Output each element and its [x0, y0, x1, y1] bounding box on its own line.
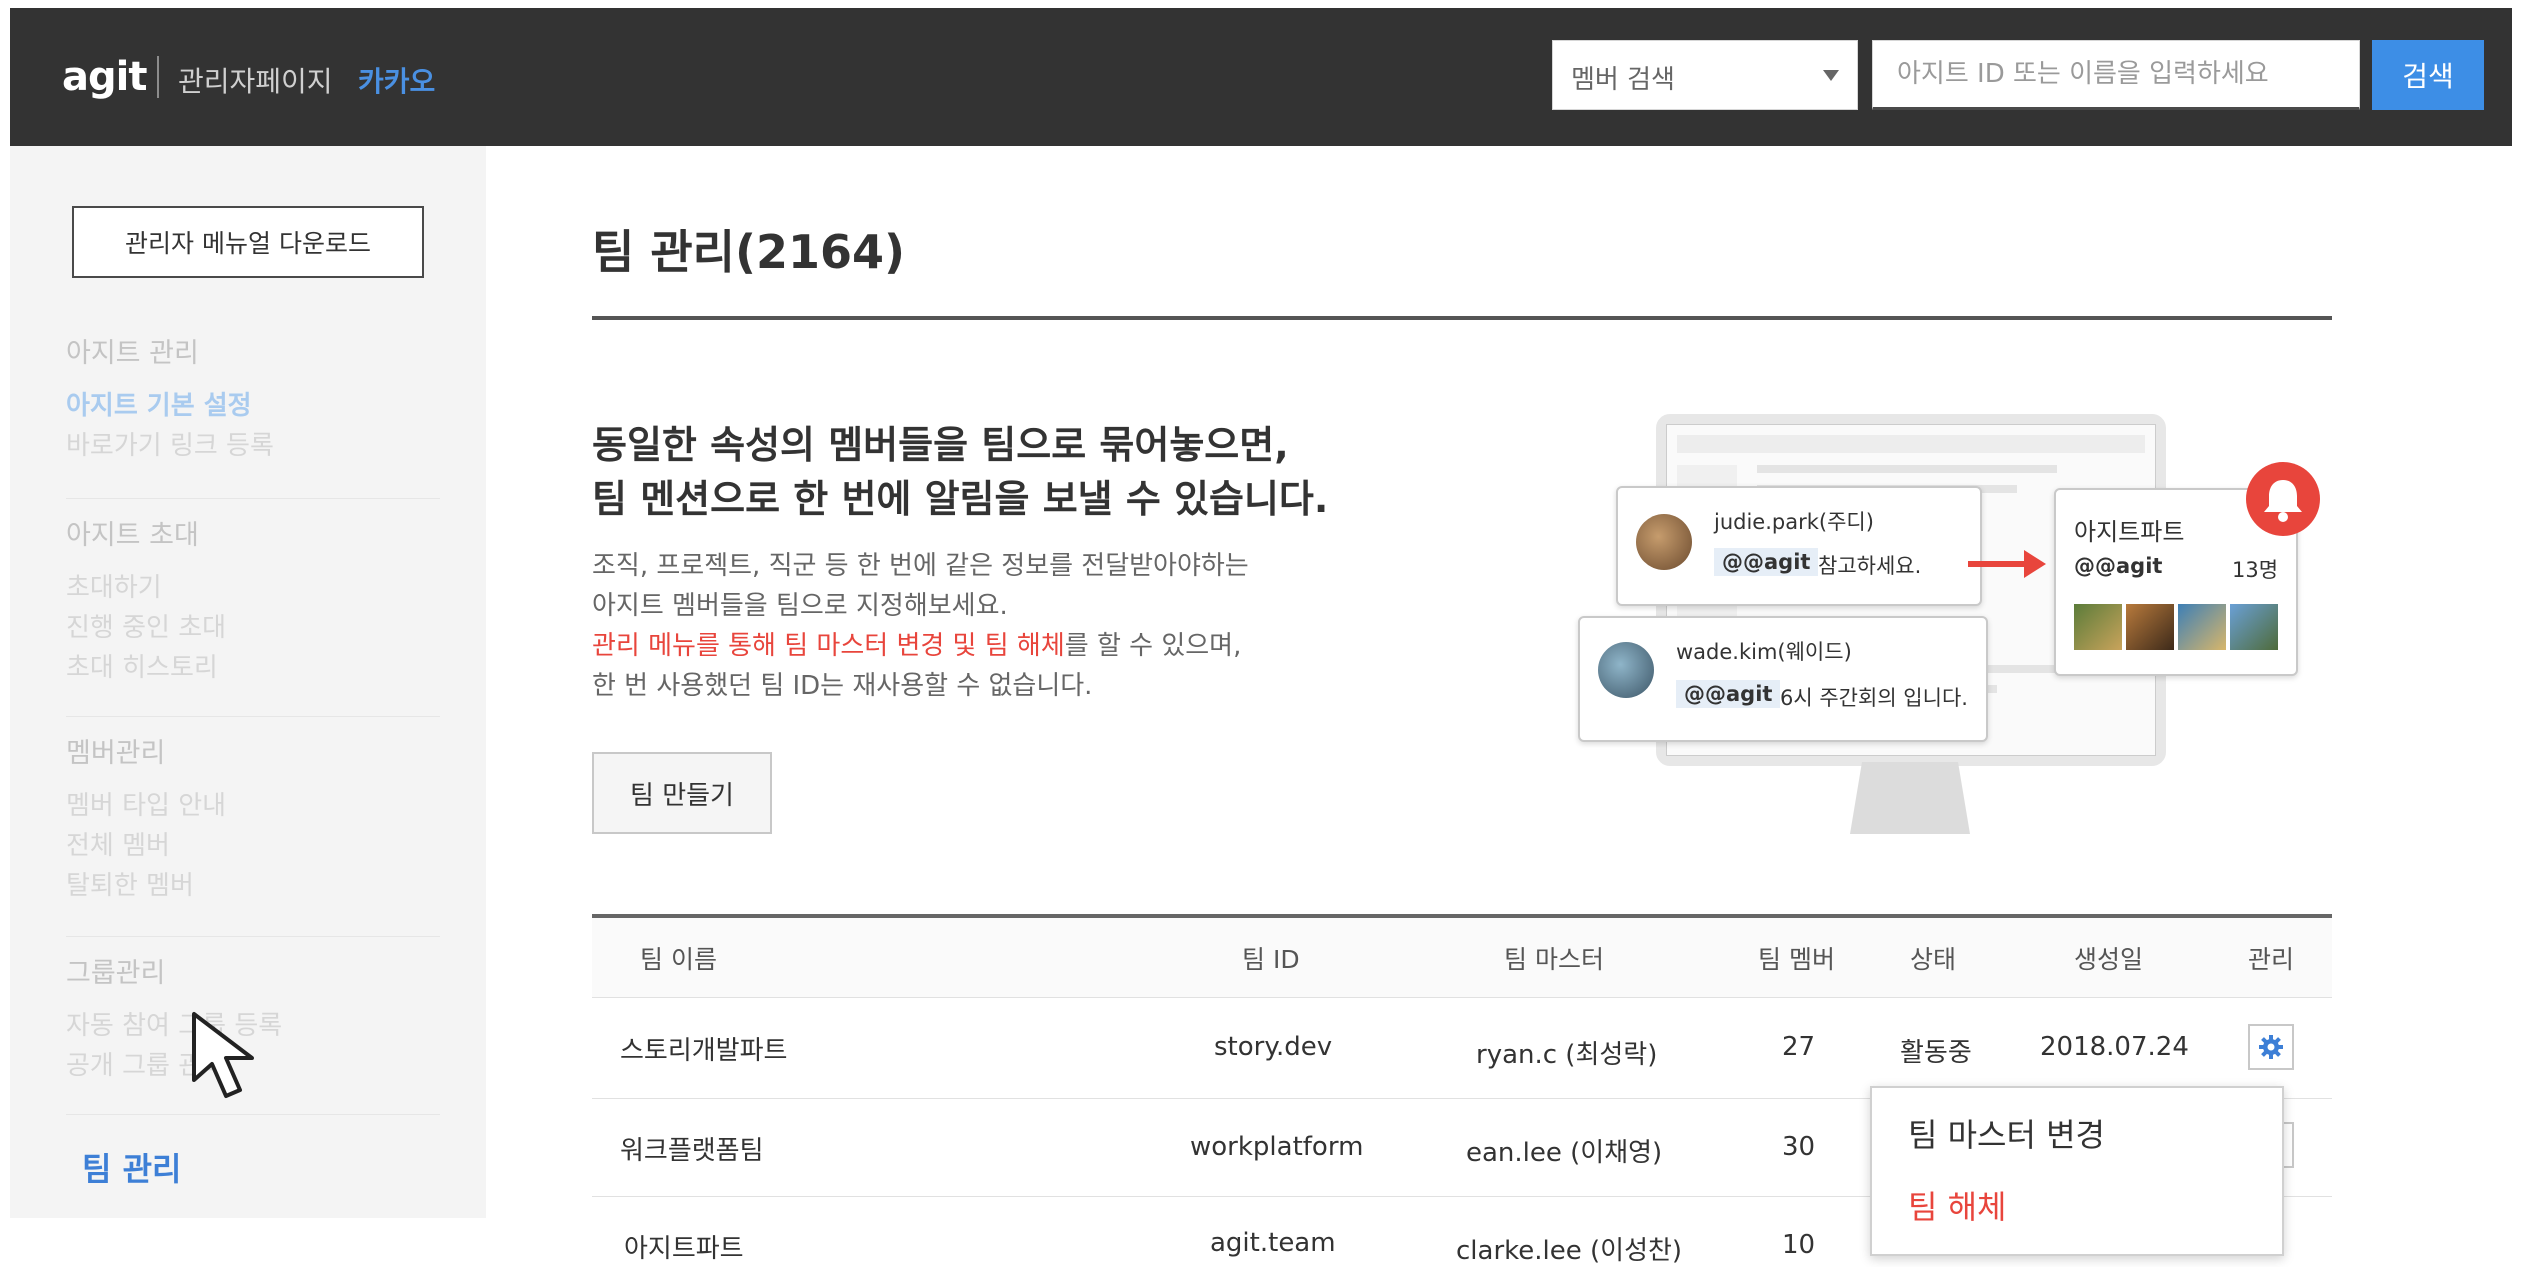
cell-team-name: 워크플랫폼팀 [620, 1136, 764, 1166]
description-highlight: 관리 메뉴를 통해 팀 마스터 변경 및 팀 해체 [592, 631, 1065, 661]
cell-team-name: 스토리개발파트 [620, 1036, 788, 1066]
company-name: 카카오 [358, 65, 436, 98]
menu-item-dissolve-team[interactable]: 팀 해체 [1908, 1182, 2007, 1228]
row-divider [592, 997, 2332, 998]
cell-team-members: 27 [1782, 1032, 1816, 1062]
bubble-author: judie.park(주디) [1714, 510, 1874, 534]
column-header-team-members: 팀 멤버 [1758, 945, 1835, 974]
sidebar-item-team-management[interactable]: 팀 관리 [82, 1144, 181, 1190]
nav-group-invite: 아지트 초대 초대하기 진행 중인 초대 초대 히스토리 [66, 516, 446, 688]
team-photo [2126, 604, 2174, 650]
gear-icon [2259, 1035, 2283, 1059]
column-header-created: 생성일 [2074, 945, 2144, 974]
search-type-label: 멤버 검색 [1571, 65, 1675, 95]
nav-divider [66, 1114, 440, 1115]
avatar [1598, 642, 1654, 698]
team-card-tag: @@agit [2074, 554, 2163, 578]
intro-heading-line: 동일한 속성의 멤버들을 팀으로 묶어놓으면, [592, 423, 1289, 467]
nav-heading: 아지트 초대 [66, 520, 199, 551]
chevron-down-icon [1823, 70, 1839, 81]
manual-download-button[interactable]: 관리자 메뉴얼 다운로드 [72, 206, 424, 278]
search-button[interactable]: 검색 [2372, 40, 2484, 110]
table-top-rule [592, 914, 2332, 918]
description-line: 조직, 프로젝트, 직군 등 한 번에 같은 정보를 전달받아야하는 [592, 551, 1249, 581]
search-input[interactable] [1872, 40, 2360, 110]
manage-button[interactable] [2248, 1024, 2294, 1070]
brand-divider [157, 56, 159, 98]
column-header-status: 상태 [1910, 945, 1957, 974]
column-header-team-name: 팀 이름 [640, 945, 717, 974]
monitor-stand [1850, 762, 1970, 834]
nav-group-members: 멤버관리 멤버 타입 안내 전체 멤버 탈퇴한 멤버 [66, 734, 446, 906]
team-card-title: 아지트파트 [2074, 518, 2185, 546]
cell-team-members: 10 [1782, 1230, 1816, 1260]
team-photo [2074, 604, 2122, 650]
sidebar-item-member-types[interactable]: 멤버 타입 안내 [66, 786, 446, 826]
nav-divider [66, 716, 440, 717]
sidebar-item-pending-invites[interactable]: 진행 중인 초대 [66, 608, 446, 648]
cell-team-members: 30 [1782, 1132, 1816, 1162]
cell-team-name: 아지트파트 [624, 1234, 744, 1264]
menu-item-change-master[interactable]: 팀 마스터 변경 [1908, 1110, 2105, 1156]
column-header-team-id: 팀 ID [1242, 945, 1300, 974]
search-type-select[interactable]: 멤버 검색 [1552, 40, 1858, 110]
cell-status: 활동중 [1900, 1038, 1972, 1068]
sidebar-item-shortcut-links[interactable]: 바로가기 링크 등록 [66, 426, 446, 466]
avatar [1636, 514, 1692, 570]
description-line: 한 번 사용했던 팀 ID는 재사용할 수 없습니다. [592, 671, 1093, 701]
cell-team-id: workplatform [1190, 1132, 1364, 1162]
cell-created: 2018.07.24 [2040, 1032, 2189, 1062]
nav-divider [66, 498, 440, 499]
cell-team-id: agit.team [1210, 1228, 1336, 1258]
bubble-message: 참고하세요. [1818, 554, 1922, 578]
cell-team-master: ryan.c (최성락) [1476, 1040, 1658, 1070]
sidebar-item-invite-history[interactable]: 초대 히스토리 [66, 648, 446, 688]
mention-bubble: wade.kim(웨이드) @@agit 6시 주간회의 입니다. [1578, 616, 1988, 742]
sidebar-item-all-members[interactable]: 전체 멤버 [66, 826, 446, 866]
mention-tag: @@agit [1676, 680, 1781, 708]
sidebar-item-left-members[interactable]: 탈퇴한 멤버 [66, 866, 446, 906]
team-photo [2178, 604, 2226, 650]
nav-heading: 아지트 관리 [66, 338, 199, 369]
cell-team-master: ean.lee (이채영) [1466, 1138, 1663, 1168]
team-photo [2230, 604, 2278, 650]
arrow-right-icon [1968, 550, 2046, 578]
nav-group-agit: 아지트 관리 아지트 기본 설정 바로가기 링크 등록 [66, 334, 446, 466]
team-mention-illustration: judie.park(주디) @@agit 참고하세요. wade.kim(웨이… [1570, 410, 2360, 850]
column-header-manage: 관리 [2248, 945, 2295, 974]
description-text: 를 할 수 있으며, [1064, 631, 1242, 661]
intro-heading: 동일한 속성의 멤버들을 팀으로 묶어놓으면, 팀 멘션으로 한 번에 알림을 … [592, 418, 1492, 526]
description-line: 아지트 멤버들을 팀으로 지정해보세요. [592, 591, 1008, 621]
mouse-cursor-icon [192, 1012, 254, 1098]
mention-tag: @@agit [1714, 548, 1819, 576]
sidebar-item-agit-settings[interactable]: 아지트 기본 설정 [66, 386, 446, 426]
column-header-team-master: 팀 마스터 [1504, 945, 1604, 974]
intro-description: 조직, 프로젝트, 직군 등 한 번에 같은 정보를 전달받아야하는 아지트 멤… [592, 546, 1492, 706]
title-divider [592, 316, 2332, 320]
bell-icon [2246, 462, 2320, 536]
description-line: 관리 메뉴를 통해 팀 마스터 변경 및 팀 해체를 할 수 있으며, [592, 626, 1492, 666]
table-header-row [592, 918, 2332, 998]
intro-heading-line: 팀 멘션으로 한 번에 알림을 보낼 수 있습니다. [592, 477, 1329, 521]
create-team-button[interactable]: 팀 만들기 [592, 752, 772, 834]
sidebar-item-invite[interactable]: 초대하기 [66, 568, 446, 608]
nav-divider [66, 936, 440, 937]
nav-heading: 멤버관리 [66, 738, 166, 769]
nav-heading: 그룹관리 [66, 958, 166, 989]
admin-page-label: 관리자페이지 [178, 65, 333, 98]
mention-bubble: judie.park(주디) @@agit 참고하세요. [1616, 486, 1982, 606]
bubble-author: wade.kim(웨이드) [1676, 640, 1852, 664]
bubble-message: 6시 주간회의 입니다. [1780, 686, 1968, 710]
team-card-count: 13명 [2232, 558, 2279, 582]
top-header: agit 관리자페이지 카카오 멤버 검색 검색 [10, 8, 2512, 146]
manage-dropdown-menu: 팀 마스터 변경 팀 해체 [1870, 1086, 2284, 1256]
page-title: 팀 관리(2164) [592, 225, 906, 279]
agit-logo[interactable]: agit [62, 54, 147, 100]
cell-team-id: story.dev [1214, 1032, 1333, 1062]
cell-team-master: clarke.lee (이성찬) [1456, 1236, 1683, 1266]
